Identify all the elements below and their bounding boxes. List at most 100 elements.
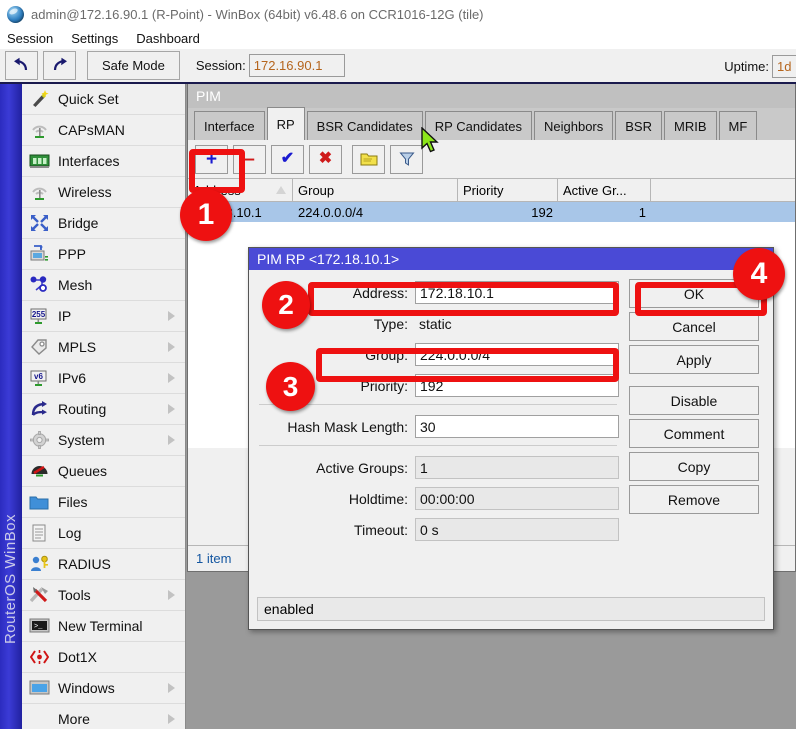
app-root: admin@172.16.90.1 (R-Point) - WinBox (64…: [0, 0, 796, 729]
chevron-right-icon: [168, 435, 175, 445]
user-key-icon: [28, 554, 50, 574]
column-header-priority[interactable]: Priority: [458, 179, 558, 201]
tab-mf[interactable]: MF: [719, 111, 758, 140]
dialog-address-field[interactable]: 172.18.10.1: [415, 281, 619, 304]
sidebar-item-ipv6[interactable]: v6 IPv6: [22, 363, 185, 394]
sidebar-item-label: Log: [58, 525, 81, 541]
menu-session[interactable]: Session: [7, 31, 53, 46]
tab-bsr[interactable]: BSR: [615, 111, 662, 140]
dialog-group-field[interactable]: 224.0.0.0/4: [415, 343, 619, 366]
sidebar-item-bridge[interactable]: Bridge: [22, 208, 185, 239]
dialog-remove-button[interactable]: Remove: [629, 485, 759, 514]
sidebar-item-mesh[interactable]: Mesh: [22, 270, 185, 301]
dialog-titlebar: PIM RP <172.18.10.1>: [249, 248, 773, 270]
pim-remove-button[interactable]: –: [233, 145, 266, 174]
dialog-cancel-button[interactable]: Cancel: [629, 312, 759, 341]
sidebar-item-routing[interactable]: Routing: [22, 394, 185, 425]
dialog-hash-mask-length-field[interactable]: 30: [415, 415, 619, 438]
sidebar-item-label: MPLS: [58, 339, 96, 355]
sidebar-item-mpls[interactable]: MPLS: [22, 332, 185, 363]
pim-disable-button[interactable]: ✖: [309, 145, 342, 174]
sidebar-item-label: More: [58, 711, 90, 727]
toolbar-right-group: Uptime: 1d: [708, 49, 796, 84]
pim-add-button[interactable]: +: [195, 145, 228, 174]
tab-bsr-candidates[interactable]: BSR Candidates: [307, 111, 423, 140]
bridge-arrows-icon: [28, 213, 50, 233]
sidebar-brand-strip: RouterOS WinBox: [0, 84, 22, 729]
sidebar-item-files[interactable]: Files: [22, 487, 185, 518]
annotation-marker-4: 4: [733, 248, 785, 300]
column-header-active-groups[interactable]: Active Gr...: [558, 179, 651, 201]
sidebar-item-label: New Terminal: [58, 618, 143, 634]
sidebar-menu-list: Quick Set CAPsMAN Interfaces Wireless: [22, 84, 185, 729]
cell-priority: 192: [458, 202, 558, 222]
tab-rp-candidates[interactable]: RP Candidates: [425, 111, 532, 140]
table-row[interactable]: 172.18.10.1 224.0.0.0/4 192 1: [188, 202, 795, 222]
tab-mrib[interactable]: MRIB: [664, 111, 717, 140]
annotation-marker-3: 3: [266, 362, 315, 411]
undo-arrow-icon[interactable]: [5, 51, 38, 80]
tab-neighbors[interactable]: Neighbors: [534, 111, 613, 140]
sidebar-item-windows[interactable]: Windows: [22, 673, 185, 704]
sidebar-item-quick-set[interactable]: Quick Set: [22, 84, 185, 115]
session-label: Session:: [196, 58, 246, 73]
safe-mode-button[interactable]: Safe Mode: [87, 51, 180, 80]
field-label: Group:: [257, 347, 415, 363]
funnel-icon[interactable]: [390, 145, 423, 174]
sidebar-brand-label: RouterOS WinBox: [2, 514, 19, 644]
item-count-label: 1 item: [196, 551, 231, 566]
window-title: admin@172.16.90.1 (R-Point) - WinBox (64…: [31, 7, 484, 22]
sidebar-item-label: Wireless: [58, 184, 112, 200]
dialog-priority-field[interactable]: 192: [415, 374, 619, 397]
dialog-disable-button[interactable]: Disable: [629, 386, 759, 415]
sidebar-item-new-terminal[interactable]: >_ New Terminal: [22, 611, 185, 642]
pim-window-caption: PIM: [188, 84, 795, 108]
chevron-right-icon: [168, 311, 175, 321]
session-value: 172.16.90.1: [249, 54, 345, 77]
field-type: Type: static: [257, 310, 619, 337]
column-header-group[interactable]: Group: [293, 179, 458, 201]
sidebar-item-ip[interactable]: 255 IP: [22, 301, 185, 332]
menu-dashboard[interactable]: Dashboard: [136, 31, 200, 46]
pim-tab-strip: Interface RP BSR Candidates RP Candidate…: [188, 108, 795, 140]
svg-text:>_: >_: [34, 623, 43, 631]
field-label: Timeout:: [257, 522, 415, 538]
sidebar-item-tools[interactable]: Tools: [22, 580, 185, 611]
chevron-right-icon: [168, 683, 175, 693]
menu-settings[interactable]: Settings: [71, 31, 118, 46]
sidebar-item-log[interactable]: Log: [22, 518, 185, 549]
annotation-marker-2: 2: [262, 281, 310, 329]
gear-icon: [28, 430, 50, 450]
pim-toolbar: + – ✔ ✖: [188, 140, 795, 178]
sidebar-item-label: Dot1X: [58, 649, 97, 665]
sidebar-item-ppp[interactable]: PPP: [22, 239, 185, 270]
sidebar-item-capsman[interactable]: CAPsMAN: [22, 115, 185, 146]
dialog-body: Address: 172.18.10.1 Type: static Group:…: [249, 270, 773, 585]
column-label: Active Gr...: [563, 183, 627, 198]
dialog-apply-button[interactable]: Apply: [629, 345, 759, 374]
cell-active-groups: 1: [558, 202, 651, 222]
sidebar-item-wireless[interactable]: Wireless: [22, 177, 185, 208]
comment-note-icon[interactable]: [352, 145, 385, 174]
dialog-comment-button[interactable]: Comment: [629, 419, 759, 448]
tab-interface[interactable]: Interface: [194, 111, 265, 140]
menubar: Session Settings Dashboard: [0, 28, 796, 49]
sidebar-item-label: Quick Set: [58, 91, 119, 107]
sidebar-item-dot1x[interactable]: Dot1X: [22, 642, 185, 673]
chevron-right-icon: [168, 373, 175, 383]
window-titlebar: admin@172.16.90.1 (R-Point) - WinBox (64…: [0, 0, 796, 28]
redo-arrow-icon[interactable]: [43, 51, 76, 80]
sidebar-item-interfaces[interactable]: Interfaces: [22, 146, 185, 177]
pim-enable-button[interactable]: ✔: [271, 145, 304, 174]
tab-rp[interactable]: RP: [267, 107, 305, 140]
sidebar-item-radius[interactable]: RADIUS: [22, 549, 185, 580]
sidebar-item-more[interactable]: More: [22, 704, 185, 729]
speedometer-icon: [28, 461, 50, 481]
folder-icon: [28, 492, 50, 512]
sidebar-item-label: CAPsMAN: [58, 122, 125, 138]
sidebar-item-queues[interactable]: Queues: [22, 456, 185, 487]
dialog-copy-button[interactable]: Copy: [629, 452, 759, 481]
sidebar-item-system[interactable]: System: [22, 425, 185, 456]
field-label: Active Groups:: [257, 460, 415, 476]
routing-arrows-icon: [28, 399, 50, 419]
